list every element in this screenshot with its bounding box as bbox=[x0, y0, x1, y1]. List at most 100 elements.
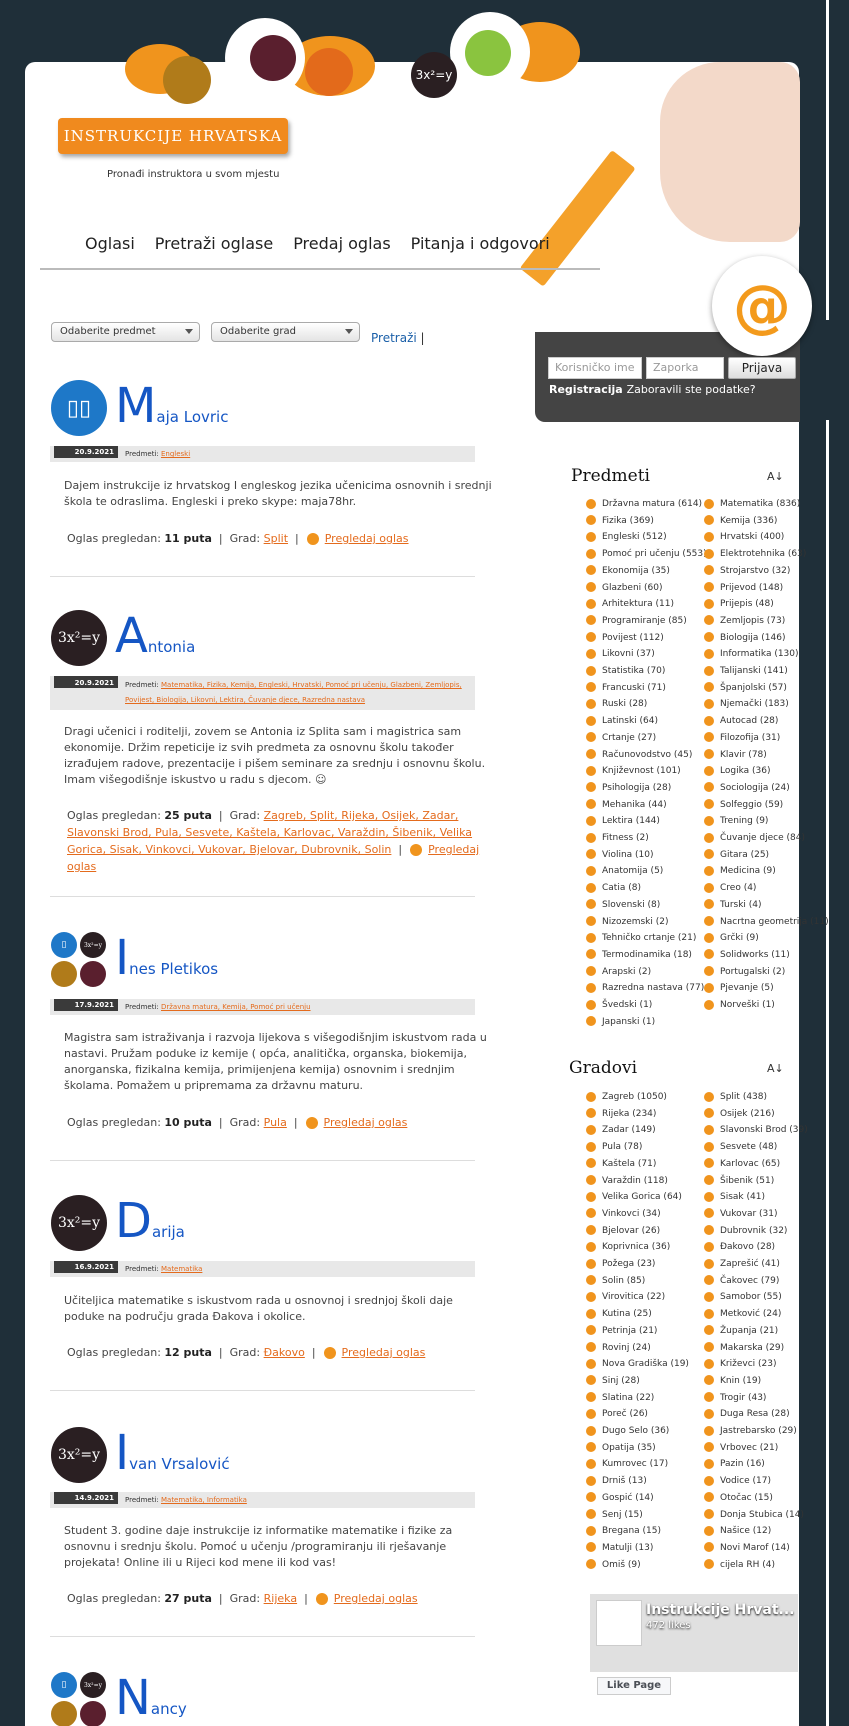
sidebar-link[interactable]: Trogir (43) bbox=[704, 1390, 808, 1407]
view-ad-link[interactable]: Pregledaj oglas bbox=[324, 1116, 408, 1129]
sidebar-link[interactable]: Zadar (149) bbox=[586, 1122, 689, 1139]
sidebar-link[interactable]: Đakovo (28) bbox=[704, 1239, 808, 1256]
facebook-page-name[interactable]: Instrukcije Hrvat... bbox=[646, 1602, 795, 1618]
listing-title[interactable]: Ines Pletikos bbox=[115, 930, 218, 986]
sidebar-link[interactable]: Švedski (1) bbox=[586, 997, 707, 1014]
sidebar-link[interactable]: Jastrebarsko (29) bbox=[704, 1423, 808, 1440]
sidebar-link[interactable]: Pazin (16) bbox=[704, 1456, 808, 1473]
sidebar-link[interactable]: Drniš (13) bbox=[586, 1473, 689, 1490]
sidebar-link[interactable]: Talijanski (141) bbox=[704, 663, 829, 680]
sidebar-link[interactable]: Prijevod (148) bbox=[704, 580, 829, 597]
sidebar-link[interactable]: Čakovec (79) bbox=[704, 1273, 808, 1290]
sidebar-link[interactable]: Nizozemski (2) bbox=[586, 914, 707, 931]
site-logo[interactable]: INSTRUKCIJE HRVATSKA bbox=[58, 118, 288, 154]
sidebar-link[interactable]: Metković (24) bbox=[704, 1306, 808, 1323]
sidebar-link[interactable]: Solfeggio (59) bbox=[704, 797, 829, 814]
sidebar-link[interactable]: Solin (85) bbox=[586, 1273, 689, 1290]
sidebar-link[interactable]: Engleski (512) bbox=[586, 529, 707, 546]
sidebar-link[interactable]: Književnost (101) bbox=[586, 763, 707, 780]
sidebar-link[interactable]: Županja (21) bbox=[704, 1323, 808, 1340]
sidebar-link[interactable]: Violina (10) bbox=[586, 847, 707, 864]
search-link[interactable]: Pretraži | bbox=[371, 331, 425, 345]
listing-title[interactable]: Maja Lovric bbox=[115, 378, 228, 434]
sidebar-link[interactable]: Programiranje (85) bbox=[586, 613, 707, 630]
nav-pretrazi-oglase[interactable]: Pretraži oglase bbox=[155, 234, 273, 253]
sidebar-link[interactable]: Duga Resa (28) bbox=[704, 1406, 808, 1423]
sidebar-link[interactable]: Karlovac (65) bbox=[704, 1156, 808, 1173]
sidebar-link[interactable]: Omiš (9) bbox=[586, 1557, 689, 1574]
sidebar-link[interactable]: Ruski (28) bbox=[586, 696, 707, 713]
sidebar-link[interactable]: Čuvanje djece (84) bbox=[704, 830, 829, 847]
search-label[interactable]: Pretraži bbox=[371, 331, 417, 345]
sidebar-link[interactable]: Anatomija (5) bbox=[586, 863, 707, 880]
sidebar-link[interactable]: Našice (12) bbox=[704, 1523, 808, 1540]
sidebar-link[interactable]: Sisak (41) bbox=[704, 1189, 808, 1206]
sidebar-link[interactable]: Dubrovnik (32) bbox=[704, 1223, 808, 1240]
sidebar-link[interactable]: Termodinamika (18) bbox=[586, 947, 707, 964]
sidebar-link[interactable]: Rijeka (234) bbox=[586, 1106, 689, 1123]
sidebar-link[interactable]: Požega (23) bbox=[586, 1256, 689, 1273]
sidebar-link[interactable]: Vodice (17) bbox=[704, 1473, 808, 1490]
sidebar-link[interactable]: Latinski (64) bbox=[586, 713, 707, 730]
sidebar-link[interactable]: Gitara (25) bbox=[704, 847, 829, 864]
sidebar-link[interactable]: Varaždin (118) bbox=[586, 1173, 689, 1190]
sidebar-link[interactable]: Elektrotehnika (63) bbox=[704, 546, 829, 563]
sidebar-link[interactable]: Šibenik (51) bbox=[704, 1173, 808, 1190]
sidebar-link[interactable]: Križevci (23) bbox=[704, 1356, 808, 1373]
sidebar-link[interactable]: Psihologija (28) bbox=[586, 780, 707, 797]
sidebar-link[interactable]: Velika Gorica (64) bbox=[586, 1189, 689, 1206]
city-link[interactable]: Đakovo bbox=[264, 1346, 305, 1359]
register-link[interactable]: Registracija bbox=[549, 383, 623, 396]
sidebar-link[interactable]: Medicina (9) bbox=[704, 863, 829, 880]
sidebar-link[interactable]: Nacrtna geometrija (11) bbox=[704, 914, 829, 931]
sidebar-link[interactable]: Bregana (15) bbox=[586, 1523, 689, 1540]
sidebar-link[interactable]: Filozofija (31) bbox=[704, 730, 829, 747]
nav-pitanja[interactable]: Pitanja i odgovori bbox=[411, 234, 550, 253]
sidebar-link[interactable]: Portugalski (2) bbox=[704, 964, 829, 981]
city-select[interactable]: Odaberite grad bbox=[211, 322, 360, 342]
city-link[interactable]: Split bbox=[264, 532, 288, 545]
subject-links[interactable]: Matematika bbox=[161, 1265, 202, 1273]
sidebar-link[interactable]: Lektira (144) bbox=[586, 813, 707, 830]
sidebar-link[interactable]: Slovenski (8) bbox=[586, 897, 707, 914]
sidebar-link[interactable]: Kutina (25) bbox=[586, 1306, 689, 1323]
sidebar-link[interactable]: Kaštela (71) bbox=[586, 1156, 689, 1173]
sidebar-link[interactable]: Vrbovec (21) bbox=[704, 1440, 808, 1457]
sidebar-link[interactable]: Zagreb (1050) bbox=[586, 1089, 689, 1106]
sidebar-link[interactable]: Zaprešić (41) bbox=[704, 1256, 808, 1273]
sort-icon[interactable]: A↓ bbox=[767, 470, 784, 483]
sidebar-link[interactable]: Split (438) bbox=[704, 1089, 808, 1106]
sidebar-link[interactable]: Opatija (35) bbox=[586, 1440, 689, 1457]
subject-select[interactable]: Odaberite predmet bbox=[51, 322, 200, 342]
sidebar-link[interactable]: Likovni (37) bbox=[586, 646, 707, 663]
sidebar-link[interactable]: Bjelovar (26) bbox=[586, 1223, 689, 1240]
sidebar-link[interactable]: Gospić (14) bbox=[586, 1490, 689, 1507]
sidebar-link[interactable]: Računovodstvo (45) bbox=[586, 747, 707, 764]
sidebar-link[interactable]: Povijest (112) bbox=[586, 630, 707, 647]
sidebar-link[interactable]: Vinkovci (34) bbox=[586, 1206, 689, 1223]
sidebar-link[interactable]: Arhitektura (11) bbox=[586, 596, 707, 613]
sort-icon[interactable]: A↓ bbox=[767, 1062, 784, 1075]
sidebar-link[interactable]: Dugo Selo (36) bbox=[586, 1423, 689, 1440]
forgot-link[interactable]: Zaboravili ste podatke? bbox=[627, 383, 756, 396]
sidebar-link[interactable]: Vukovar (31) bbox=[704, 1206, 808, 1223]
view-ad-link[interactable]: Pregledaj oglas bbox=[342, 1346, 426, 1359]
sidebar-link[interactable]: Statistika (70) bbox=[586, 663, 707, 680]
sidebar-link[interactable]: Norveški (1) bbox=[704, 997, 829, 1014]
sidebar-link[interactable]: Logika (36) bbox=[704, 763, 829, 780]
listing-title[interactable]: Nancy bbox=[115, 1670, 187, 1726]
nav-oglasi[interactable]: Oglasi bbox=[85, 234, 135, 253]
sidebar-link[interactable]: Autocad (28) bbox=[704, 713, 829, 730]
sidebar-link[interactable]: Slatina (22) bbox=[586, 1390, 689, 1407]
city-link[interactable]: Rijeka bbox=[264, 1592, 297, 1605]
username-input[interactable]: Korisničko ime bbox=[548, 357, 642, 379]
sidebar-link[interactable]: Donja Stubica (14) bbox=[704, 1507, 808, 1524]
sidebar-link[interactable]: Knin (19) bbox=[704, 1373, 808, 1390]
sidebar-link[interactable]: Poreč (26) bbox=[586, 1406, 689, 1423]
sidebar-link[interactable]: Pula (78) bbox=[586, 1139, 689, 1156]
sidebar-link[interactable]: Fitness (2) bbox=[586, 830, 707, 847]
subject-links[interactable]: Matematika, Fizika, Kemija, Engleski, Hr… bbox=[125, 681, 462, 704]
sidebar-link[interactable]: Biologija (146) bbox=[704, 630, 829, 647]
sidebar-link[interactable]: Crtanje (27) bbox=[586, 730, 707, 747]
sidebar-link[interactable]: Tehničko crtanje (21) bbox=[586, 930, 707, 947]
